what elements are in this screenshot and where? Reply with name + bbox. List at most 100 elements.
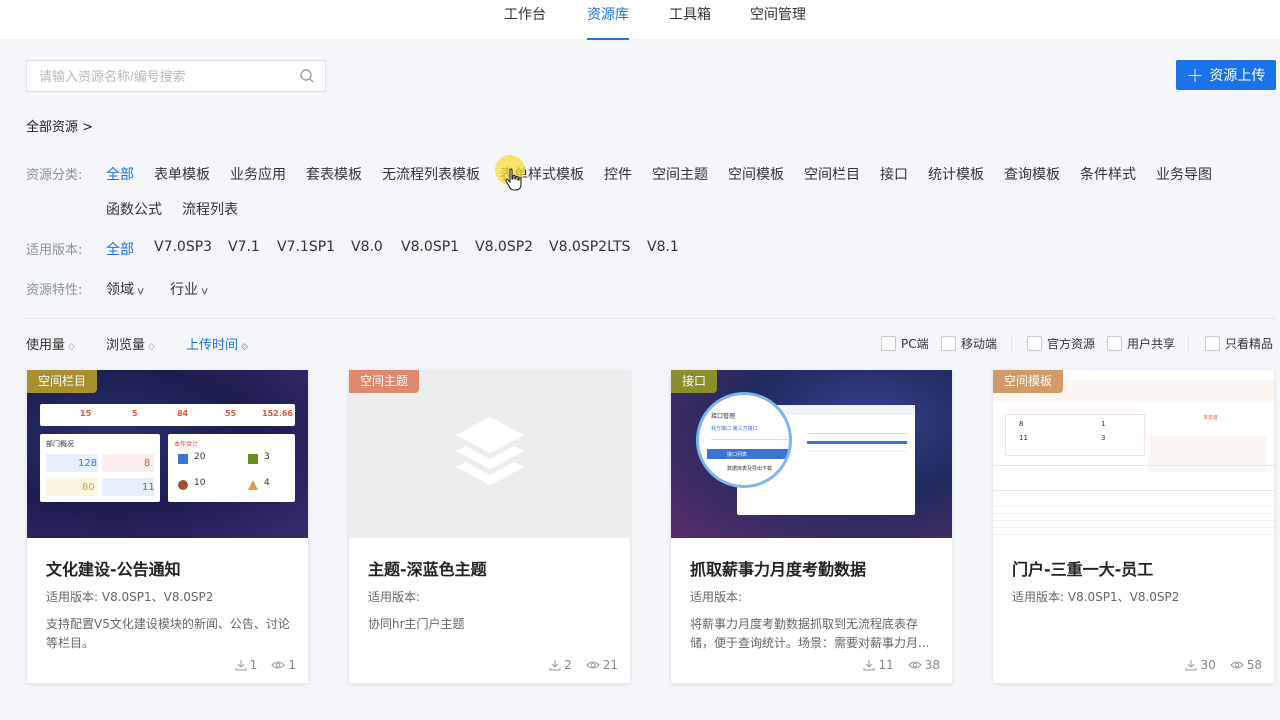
category-query-template[interactable]: 查询模板 [1004, 164, 1060, 184]
menu-item: 数据库表及导出下载 [727, 466, 773, 472]
download-count: 1 [235, 658, 257, 672]
category-function-formula[interactable]: 函数公式 [106, 199, 162, 219]
checkbox-box[interactable] [1027, 336, 1042, 351]
resource-card[interactable]: 空间主题 主题-深蓝色主题 适用版本: 协同hr主门户主题 2 21 [349, 370, 630, 683]
card-title[interactable]: 抓取薪事力月度考勤数据 [690, 556, 866, 580]
stat-value: 3 [264, 452, 270, 462]
filter-user-shared-label: 用户共享 [1127, 337, 1176, 351]
chevron-down-icon: ∨ [199, 286, 210, 297]
version-v8-1[interactable]: V8.1 [647, 239, 679, 255]
upload-resource-button[interactable]: + 资源上传 [1176, 60, 1276, 90]
filter-featured-checkbox[interactable]: 只看精品 [1205, 335, 1273, 352]
card-version: 适用版本: [368, 590, 421, 604]
version-v8-0sp2lts[interactable]: V8.0SP2LTS [549, 239, 630, 255]
sort-usage-label: 使用量 [26, 338, 66, 353]
filter-official-label: 官方资源 [1047, 337, 1096, 351]
eye-icon [586, 661, 600, 669]
search-input[interactable] [27, 61, 287, 91]
version-v7-1sp1[interactable]: V7.1SP1 [277, 239, 335, 255]
sort-usage[interactable]: 使用量 ◇ [26, 334, 75, 353]
card-title[interactable]: 主题-深蓝色主题 [368, 556, 487, 580]
card-title[interactable]: 门户-三重一大-员工 [1012, 556, 1153, 580]
resource-card[interactable]: 15 5 84 55 152.66 部门概况 128 8 80 11 本年合计 … [27, 370, 308, 683]
filter-pc-checkbox[interactable]: PC端 [881, 335, 929, 352]
version-v8-0[interactable]: V8.0 [351, 239, 383, 255]
filter-user-shared-checkbox[interactable]: 用户共享 [1107, 335, 1175, 352]
stat-value: 8 [144, 458, 151, 469]
eye-icon [271, 661, 286, 669]
stat-value: 1 [1101, 420, 1106, 428]
download-count: 30 [1185, 658, 1216, 672]
layers-icon [456, 417, 524, 485]
tab-space-management[interactable]: 空间管理 [750, 0, 806, 40]
breadcrumb[interactable]: 全部资源 > [26, 116, 93, 135]
category-control[interactable]: 控件 [604, 164, 632, 184]
category-space-template[interactable]: 空间模板 [728, 164, 784, 184]
view-count: 21 [586, 658, 618, 672]
card-stats: 11 38 [863, 658, 940, 672]
category-statistics-template[interactable]: 统计模板 [928, 164, 984, 184]
card-description: 将薪事力月度考勤数据抓取到无流程底表存储，便于查询统计。场景：需要对薪事力月..… [690, 617, 930, 650]
category-business-map[interactable]: 业务导图 [1156, 164, 1212, 184]
stat-value: 8 [1019, 420, 1024, 428]
checkbox-box[interactable] [881, 336, 896, 351]
card-title[interactable]: 文化建设-公告通知 [46, 556, 181, 580]
sort-views[interactable]: 浏览量 ◇ [106, 334, 155, 353]
category-flow-list[interactable]: 流程列表 [182, 199, 238, 219]
tab-resource-library[interactable]: 资源库 [587, 0, 629, 40]
search-icon[interactable] [299, 68, 315, 84]
category-suite-template[interactable]: 套表模板 [306, 164, 362, 184]
dialog-title: 接口管理 [711, 413, 736, 420]
card-stats: 30 58 [1185, 658, 1262, 672]
checkbox-box[interactable] [1107, 336, 1122, 351]
filter-official-checkbox[interactable]: 官方资源 [1027, 335, 1095, 352]
chevron-down-icon: ∨ [135, 286, 146, 297]
category-interface[interactable]: 接口 [880, 164, 908, 184]
view-count-value: 38 [924, 658, 940, 672]
tab-workbench[interactable]: 工作台 [504, 0, 546, 40]
filter-mobile-label: 移动端 [961, 337, 998, 351]
view-count: 58 [1230, 658, 1262, 672]
filter-mobile-checkbox[interactable]: 移动端 [941, 335, 997, 352]
version-v7-1[interactable]: V7.1 [228, 239, 260, 255]
checkbox-box[interactable] [941, 336, 956, 351]
checkbox-box[interactable] [1205, 336, 1220, 351]
stat-value: 15 [80, 409, 92, 418]
resource-card[interactable]: 接口管理 我方接口 第三方接口 接口列表 数据库表及导出下载 接口 抓取薪事力月… [671, 370, 952, 683]
sort-upload-time[interactable]: 上传时间 ◇ [186, 334, 248, 353]
category-space-theme[interactable]: 空间主题 [652, 164, 708, 184]
divider [1011, 335, 1012, 351]
download-count: 2 [549, 658, 572, 672]
view-count-value: 1 [288, 658, 296, 672]
card-description: 协同hr主门户主题 [368, 617, 465, 631]
sort-arrows-icon: ◇ [148, 342, 155, 352]
card-stats: 1 1 [235, 658, 296, 672]
category-form-template[interactable]: 表单模板 [154, 164, 210, 184]
card-version: 适用版本: V8.0SP1、V8.0SP2 [46, 590, 214, 604]
category-no-flow-list-template[interactable]: 无流程列表模板 [382, 164, 480, 184]
version-v8-0sp2[interactable]: V8.0SP2 [475, 239, 533, 255]
download-count-value: 2 [564, 658, 572, 672]
stat-value: 152.66 [262, 409, 293, 418]
upload-resource-label: 资源上传 [1209, 68, 1266, 84]
category-business-app[interactable]: 业务应用 [230, 164, 286, 184]
view-count: 1 [271, 658, 296, 672]
resource-card[interactable]: 8 1 11 3 本年度 空间模板 门户-三重一大-员工 适用版本: V8.0S… [993, 370, 1274, 683]
version-v7-0sp3[interactable]: V7.0SP3 [154, 239, 212, 255]
view-count-value: 21 [602, 658, 618, 672]
tab-toolbox[interactable]: 工具箱 [669, 0, 711, 40]
download-icon [549, 660, 561, 671]
panel-title: 部门概况 [46, 440, 74, 448]
download-icon [1185, 660, 1197, 671]
feature-domain-label: 领域 [106, 282, 134, 298]
category-space-column[interactable]: 空间栏目 [804, 164, 860, 184]
category-condition-style[interactable]: 条件样式 [1080, 164, 1136, 184]
download-count: 11 [863, 658, 894, 672]
category-all[interactable]: 全部 [106, 164, 134, 184]
feature-domain-dropdown[interactable]: 领域 ∨ [106, 279, 146, 299]
feature-industry-dropdown[interactable]: 行业 ∨ [170, 279, 210, 299]
panel-title: 本年度 [1203, 415, 1219, 421]
version-all[interactable]: 全部 [106, 239, 134, 259]
stat-value: 84 [177, 409, 189, 418]
version-v8-0sp1[interactable]: V8.0SP1 [401, 239, 459, 255]
